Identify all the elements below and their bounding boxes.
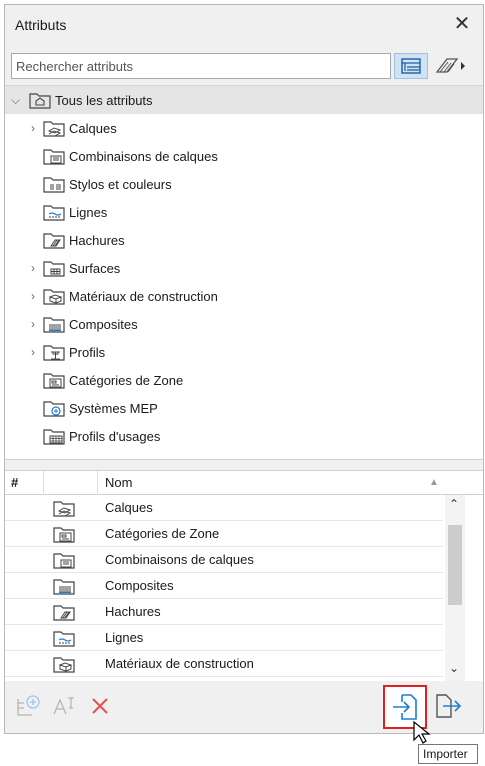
list-item-label: Matériaux de construction <box>105 656 254 671</box>
attribute-type-menu-icon <box>435 58 465 73</box>
tree-item-lignes[interactable]: Lignes <box>43 198 107 226</box>
export-button[interactable] <box>433 691 463 721</box>
new-attribute-button[interactable] <box>13 691 43 721</box>
list-item[interactable]: Hachures <box>5 599 443 625</box>
chevron-right-icon[interactable]: › <box>31 261 43 275</box>
list-item-label: Lignes <box>105 630 144 645</box>
list-item[interactable]: Lignes <box>5 625 443 651</box>
tree-item-label: Hachures <box>69 232 125 248</box>
composites-icon <box>53 579 75 595</box>
fill-types-icon <box>53 605 75 621</box>
pane-splitter[interactable] <box>5 459 483 471</box>
operation-profiles-icon <box>43 429 65 445</box>
title-bar: Attributs ✕ <box>5 5 483 45</box>
rename-button[interactable] <box>49 691 79 721</box>
list-item-label: Combinaisons de calques <box>105 552 254 567</box>
tree-view-button[interactable] <box>394 53 428 79</box>
tree-item-combinaisons-de-calques[interactable]: Combinaisons de calques <box>43 142 218 170</box>
tree-item-materiaux-de-construction[interactable]: › Matériaux de construction <box>31 282 218 310</box>
list-item[interactable]: Composites <box>5 573 443 599</box>
list-item-label: Composites <box>105 578 174 593</box>
list-scrollbar[interactable]: ⌃ ⌄ <box>445 495 465 681</box>
mep-systems-icon <box>43 401 65 417</box>
composites-icon <box>43 317 65 333</box>
layer-combinations-icon <box>53 553 75 569</box>
import-tooltip: Importer <box>418 744 478 764</box>
mouse-cursor-icon <box>413 720 431 744</box>
zone-categories-icon <box>53 527 75 543</box>
chevron-right-icon[interactable]: › <box>31 345 43 359</box>
tree-item-surfaces[interactable]: › Surfaces <box>31 254 120 282</box>
tree-item-categories-de-zone[interactable]: Catégories de Zone <box>43 366 183 394</box>
tree-item-label: Combinaisons de calques <box>69 148 218 164</box>
zone-categories-icon <box>43 373 65 389</box>
chevron-right-icon[interactable]: › <box>31 289 43 303</box>
list-item-label: Catégories de Zone <box>105 526 220 541</box>
attribute-type-menu-button[interactable] <box>431 53 471 79</box>
list-item-label: Hachures <box>105 604 161 619</box>
list-item[interactable]: Calques <box>5 495 443 521</box>
scroll-up-icon[interactable]: ⌃ <box>449 497 459 511</box>
tree-item-systemes-mep[interactable]: Systèmes MEP <box>43 394 158 422</box>
line-types-icon <box>43 205 65 221</box>
window-title: Attributs <box>15 17 67 33</box>
building-materials-icon <box>53 657 75 673</box>
sort-ascending-icon: ▲ <box>429 477 439 488</box>
tree-item-label: Catégories de Zone <box>69 372 184 388</box>
tree-item-composites[interactable]: › Composites <box>31 310 138 338</box>
attribute-list: # Nom ▲ Calques Catégories de Zone Combi… <box>5 471 483 681</box>
delete-button[interactable] <box>85 691 115 721</box>
attributes-panel: Attributs ✕ ⌵ To <box>4 4 484 734</box>
tree-view-icon <box>401 58 421 74</box>
rename-icon <box>53 697 74 715</box>
pens-colors-icon <box>43 177 65 193</box>
tree-item-stylos-et-couleurs[interactable]: Stylos et couleurs <box>43 170 172 198</box>
column-header-name[interactable]: Nom <box>105 475 132 490</box>
layers-icon <box>53 501 75 517</box>
layers-icon <box>43 121 65 137</box>
scrollbar-thumb[interactable] <box>448 525 462 605</box>
chevron-right-icon[interactable]: › <box>31 317 43 331</box>
tree-item-hachures[interactable]: Hachures <box>43 226 125 254</box>
tree-item-profils[interactable]: › Profils <box>31 338 105 366</box>
profiles-icon <box>43 345 65 361</box>
all-attributes-icon <box>29 93 51 109</box>
tree-item-label: Profils <box>69 344 106 360</box>
list-item-label: Calques <box>105 500 153 515</box>
column-header-index[interactable]: # <box>11 475 18 490</box>
tree-item-label: Surfaces <box>69 260 121 276</box>
search-input[interactable] <box>11 53 391 79</box>
chevron-down-icon[interactable]: ⌵ <box>11 93 23 108</box>
tree-item-label: Composites <box>69 316 138 332</box>
fill-types-icon <box>43 233 65 249</box>
column-separator <box>97 471 98 495</box>
chevron-right-icon[interactable]: › <box>31 121 43 135</box>
list-item[interactable]: Combinaisons de calques <box>5 547 443 573</box>
line-types-icon <box>53 631 75 647</box>
tree-item-label: Calques <box>69 120 117 136</box>
column-separator <box>43 471 44 495</box>
tree-item-label: Matériaux de construction <box>69 288 218 304</box>
search-row <box>11 53 477 79</box>
list-item[interactable]: Catégories de Zone <box>5 521 443 547</box>
tree-root[interactable]: ⌵ Tous les attributs <box>5 86 483 114</box>
tree-item-label: Profils d'usages <box>69 428 161 444</box>
list-header: # Nom ▲ <box>5 471 483 495</box>
export-icon <box>436 694 462 718</box>
tree-item-label: Stylos et couleurs <box>69 176 172 192</box>
attribute-tree: ⌵ Tous les attributs › Calques Combinais… <box>5 85 483 459</box>
tree-item-label: Lignes <box>69 204 108 220</box>
delete-icon <box>92 698 108 714</box>
surfaces-icon <box>43 261 65 277</box>
list-item[interactable]: Matériaux de construction <box>5 651 443 677</box>
tree-item-label: Systèmes MEP <box>69 400 158 416</box>
tree-item-calques[interactable]: › Calques <box>31 114 117 142</box>
tree-item-profils-dusages[interactable]: Profils d'usages <box>43 422 160 450</box>
building-materials-icon <box>43 289 65 305</box>
tree-root-label: Tous les attributs <box>55 92 153 108</box>
new-attribute-icon <box>17 695 40 716</box>
layer-combinations-icon <box>43 149 65 165</box>
scroll-down-icon[interactable]: ⌄ <box>449 661 459 675</box>
close-icon[interactable]: ✕ <box>451 13 473 35</box>
